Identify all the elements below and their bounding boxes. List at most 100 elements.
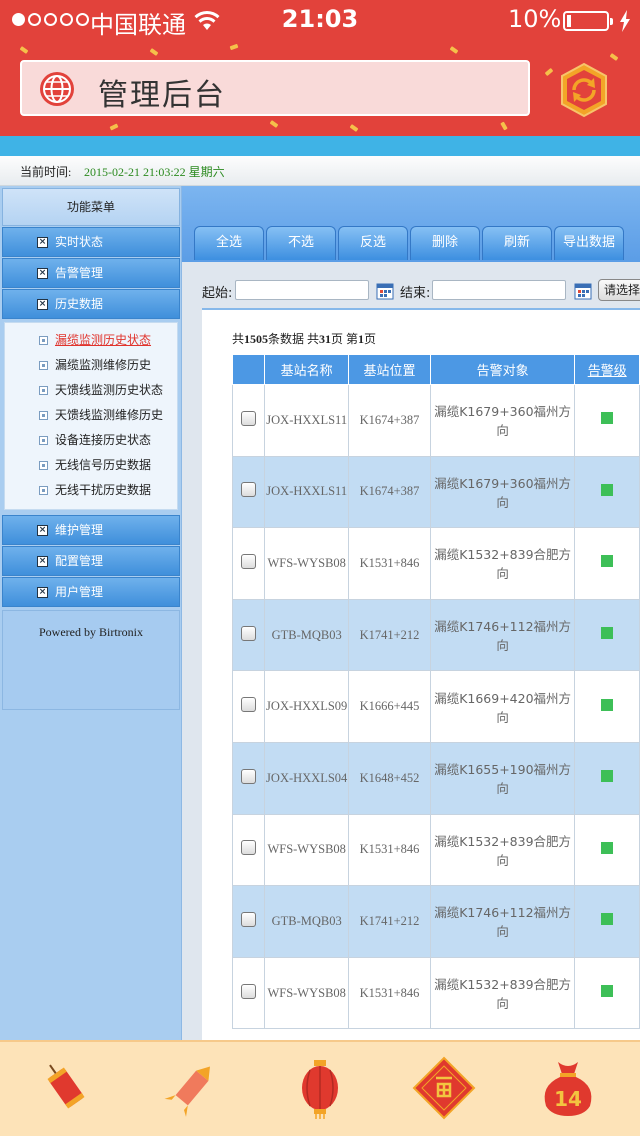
station-name-cell: JOX-HXXLS04 bbox=[264, 741, 350, 815]
sidebar-item-history-data[interactable]: × 历史数据 bbox=[2, 289, 180, 319]
start-date-label: 起始: bbox=[202, 286, 233, 301]
station-name-cell: JOX-HXXLS11 bbox=[264, 455, 350, 529]
row-checkbox[interactable] bbox=[241, 625, 257, 641]
station-location-cell: K1531+846 bbox=[348, 527, 431, 600]
submenu-item-wireless-interference-history[interactable]: 无线干扰历史数据 bbox=[5, 478, 179, 503]
refresh-button[interactable]: 刷新 bbox=[482, 226, 552, 260]
confetti-decoration bbox=[349, 124, 359, 132]
alarm-target-cell: 漏缆K1679+360福州方向 bbox=[429, 455, 576, 529]
fu-diamond-icon[interactable] bbox=[412, 1056, 476, 1120]
sidebar-item-alarm-management[interactable]: × 告警管理 bbox=[2, 258, 180, 288]
row-checkbox[interactable] bbox=[241, 410, 257, 426]
delete-button[interactable]: 删除 bbox=[410, 226, 480, 260]
alarm-level-indicator bbox=[601, 913, 614, 926]
station-name-cell: JOX-HXXLS11 bbox=[264, 384, 350, 457]
date-filter-row: 起始: 结束: 请选择告 bbox=[182, 278, 640, 304]
title-box: 管理后台 bbox=[20, 60, 530, 116]
submenu-item-cable-history-status[interactable]: 漏缆监测历史状态 bbox=[5, 328, 179, 353]
sidebar-item-label: 历史数据 bbox=[55, 297, 104, 311]
red-lantern-icon[interactable] bbox=[288, 1056, 352, 1120]
station-location-cell: K1531+846 bbox=[348, 813, 431, 887]
expand-box-icon: × bbox=[37, 299, 48, 310]
menu-title: 功能菜单 bbox=[2, 188, 180, 226]
table-row: WFS-WYSB08 K1531+846 漏缆K1532+839合肥方向 bbox=[231, 527, 640, 600]
table-row: JOX-HXXLS09 K1666+445 漏缆K1669+420福州方向 bbox=[231, 670, 640, 743]
row-checkbox[interactable] bbox=[241, 697, 257, 713]
expand-box-icon: × bbox=[37, 268, 48, 279]
station-name-cell: WFS-WYSB08 bbox=[264, 956, 350, 1030]
end-date-input[interactable] bbox=[432, 280, 566, 300]
history-table: 基站名称 基站位置 告警对象 告警级 JOX-HXXLS11 K1674+387… bbox=[231, 354, 640, 1030]
deselect-button[interactable]: 不选 bbox=[266, 226, 336, 260]
bullet-box-icon bbox=[39, 436, 48, 445]
alarm-target-cell: 漏缆K1669+420福州方向 bbox=[429, 670, 576, 743]
submenu-item-device-connection-history[interactable]: 设备连接历史状态 bbox=[5, 428, 179, 453]
sidebar-item-maintenance[interactable]: × 维护管理 bbox=[2, 515, 180, 545]
firecracker-icon[interactable] bbox=[34, 1056, 98, 1120]
confetti-decoration bbox=[269, 120, 279, 128]
confetti-decoration bbox=[500, 121, 508, 131]
calendar-icon[interactable] bbox=[574, 282, 592, 300]
table-row: JOX-HXXLS11 K1674+387 漏缆K1679+360福州方向 bbox=[231, 455, 640, 529]
row-checkbox[interactable] bbox=[241, 983, 257, 999]
station-location-cell: K1648+452 bbox=[348, 741, 431, 815]
table-row: GTB-MQB03 K1741+212 漏缆K1746+112福州方向 bbox=[231, 598, 640, 672]
bullet-box-icon bbox=[39, 461, 48, 470]
sidebar: 功能菜单 × 实时状态 × 告警管理 × 历史数据 漏缆监测历史状态 漏缆监测维… bbox=[0, 186, 182, 1040]
station-location-cell: K1674+387 bbox=[348, 455, 431, 529]
alarm-level-header[interactable]: 告警级 bbox=[574, 354, 640, 385]
alarm-level-indicator bbox=[601, 483, 614, 496]
row-checkbox[interactable] bbox=[241, 768, 257, 784]
sidebar-item-label: 告警管理 bbox=[55, 266, 104, 280]
current-time-bar: 当前时间: 2015-02-21 21:03:22 星期六 bbox=[0, 156, 640, 186]
refresh-icon[interactable] bbox=[556, 62, 612, 118]
invert-selection-button[interactable]: 反选 bbox=[338, 226, 408, 260]
calendar-icon[interactable] bbox=[376, 282, 394, 300]
confetti-decoration bbox=[544, 67, 554, 77]
submenu-item-wireless-signal-history[interactable]: 无线信号历史数据 bbox=[5, 453, 179, 478]
current-time-value: 2015-02-21 21:03:22 星期六 bbox=[84, 165, 225, 179]
sidebar-item-user-management[interactable]: × 用户管理 bbox=[2, 577, 180, 607]
rocket-firework-icon[interactable] bbox=[160, 1056, 224, 1120]
main-content: 全选 不选 反选 删除 刷新 导出数据 起始: 结束: 请选择告 bbox=[182, 186, 640, 1040]
station-location-cell: K1531+846 bbox=[348, 956, 431, 1030]
status-bar: 中国联通 21:03 10% bbox=[0, 0, 640, 40]
confetti-decoration bbox=[149, 48, 159, 56]
page-title: 管理后台 bbox=[98, 78, 226, 113]
data-panel: 共1505条数据 共31页 第1页 基站名称 基站位置 告警对象 告警级 JOX… bbox=[202, 308, 640, 1040]
row-checkbox[interactable] bbox=[241, 840, 257, 856]
station-name-header: 基站名称 bbox=[264, 354, 350, 385]
alarm-level-indicator bbox=[601, 412, 614, 425]
submenu-item-antenna-repair-history[interactable]: 天馈线监测维修历史 bbox=[5, 403, 179, 428]
alarm-level-indicator bbox=[601, 698, 614, 711]
row-checkbox[interactable] bbox=[241, 482, 257, 498]
toolbar: 全选 不选 反选 删除 刷新 导出数据 bbox=[182, 186, 640, 262]
table-row: JOX-HXXLS04 K1648+452 漏缆K1655+190福州方向 bbox=[231, 741, 640, 815]
table-row: GTB-MQB03 K1741+212 漏缆K1746+112福州方向 bbox=[231, 885, 640, 958]
select-all-button[interactable]: 全选 bbox=[194, 226, 264, 260]
alarm-target-cell: 漏缆K1746+112福州方向 bbox=[429, 885, 576, 958]
confetti-decoration bbox=[449, 46, 459, 54]
alarm-select-button[interactable]: 请选择告 bbox=[598, 279, 640, 301]
sidebar-item-realtime-status[interactable]: × 实时状态 bbox=[2, 227, 180, 257]
sidebar-item-configuration[interactable]: × 配置管理 bbox=[2, 546, 180, 576]
alarm-target-cell: 漏缆K1655+190福州方向 bbox=[429, 741, 576, 815]
station-name-cell: WFS-WYSB08 bbox=[264, 527, 350, 600]
submenu-item-cable-repair-history[interactable]: 漏缆监测维修历史 bbox=[5, 353, 179, 378]
start-date-input[interactable] bbox=[235, 280, 369, 300]
end-date-label: 结束: bbox=[400, 286, 431, 301]
sidebar-item-label: 维护管理 bbox=[55, 523, 104, 537]
expand-box-icon: × bbox=[37, 525, 48, 536]
history-submenu: 漏缆监测历史状态 漏缆监测维修历史 天馈线监测历史状态 天馈线监测维修历史 设备… bbox=[4, 322, 178, 510]
alarm-level-indicator bbox=[601, 555, 614, 568]
table-row: WFS-WYSB08 K1531+846 漏缆K1532+839合肥方向 bbox=[231, 813, 640, 887]
expand-box-icon: × bbox=[37, 237, 48, 248]
export-data-button[interactable]: 导出数据 bbox=[554, 226, 624, 260]
station-name-cell: WFS-WYSB08 bbox=[264, 813, 350, 887]
table-row: JOX-HXXLS11 K1674+387 漏缆K1679+360福州方向 bbox=[231, 384, 640, 457]
submenu-item-antenna-history-status[interactable]: 天馈线监测历史状态 bbox=[5, 378, 179, 403]
row-checkbox[interactable] bbox=[241, 553, 257, 569]
row-checkbox[interactable] bbox=[241, 911, 257, 927]
lucky-bag-icon[interactable]: 14 bbox=[536, 1056, 600, 1120]
header-divider bbox=[0, 136, 640, 156]
